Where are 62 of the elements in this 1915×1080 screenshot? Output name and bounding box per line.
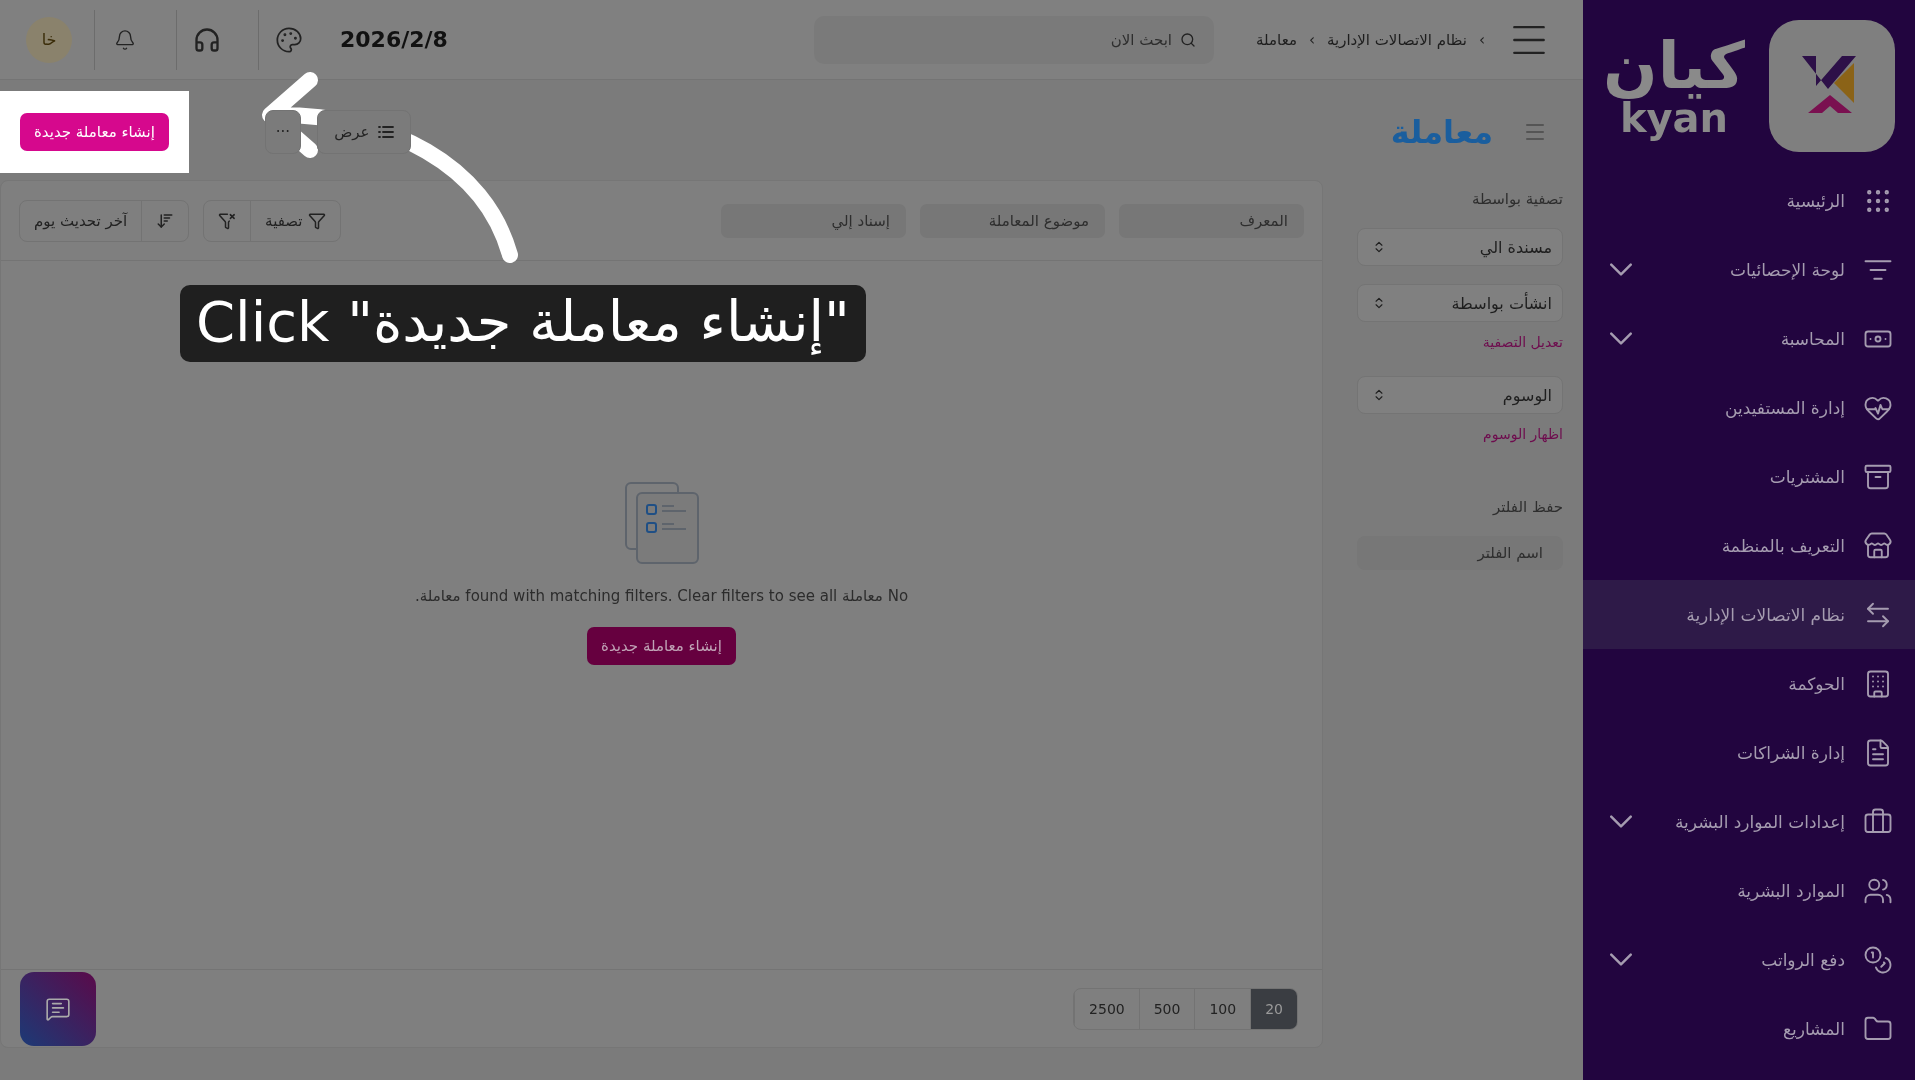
breadcrumb-item[interactable]: نظام الاتصالات الإدارية: [1326, 30, 1467, 49]
sidebar-item[interactable]: دفع الرواتب: [1583, 925, 1915, 994]
sidebar-item[interactable]: إعدادات الموارد البشرية: [1583, 787, 1915, 856]
sidebar-item[interactable]: إدارة الشراكات: [1583, 718, 1915, 787]
column-filter-field[interactable]: إسناد إلي: [721, 203, 906, 238]
user-avatar[interactable]: خا: [26, 16, 72, 63]
sidebar-item[interactable]: لوحة الإحصائيات: [1583, 235, 1915, 304]
chevron-down-icon: [1609, 953, 1633, 966]
page-size-option[interactable]: 20: [1250, 988, 1297, 1029]
edit-filter-link[interactable]: تعديل التصفية: [1357, 334, 1563, 350]
search-field[interactable]: ابحث الان: [814, 15, 1215, 64]
column-filter-field[interactable]: موضوع المعاملة: [920, 203, 1105, 238]
instruction-tooltip: Click "إنشاء معاملة جديدة": [180, 285, 866, 362]
create-button[interactable]: إنشاء معاملة جديدة: [587, 627, 736, 665]
chevron-down-icon: [1609, 815, 1633, 828]
chevron-down-icon: [1609, 332, 1633, 345]
show-tags-link[interactable]: اظهار الوسوم: [1357, 426, 1563, 442]
filter-heading: تصفية بواسطة: [1470, 190, 1563, 208]
filter-select[interactable]: مسندة الي: [1357, 228, 1563, 266]
page-size-option[interactable]: 100: [1194, 988, 1251, 1029]
list-icon: [377, 125, 394, 139]
page-size-option[interactable]: 500: [1138, 988, 1195, 1029]
logo-icon: [1769, 20, 1895, 152]
palette-icon[interactable]: [274, 25, 303, 54]
chevron-down-icon: [1609, 263, 1633, 276]
create-button[interactable]: إنشاء معاملة جديدة: [20, 113, 169, 151]
sidebar-item[interactable]: الرئيسية: [1583, 166, 1915, 235]
sidebar-item[interactable]: المحاسبة: [1583, 304, 1915, 373]
more-button[interactable]: ···: [264, 110, 302, 154]
page-size-option[interactable]: 2500: [1074, 988, 1139, 1029]
sidebar-item[interactable]: نظام الاتصالات الإدارية: [1583, 580, 1915, 649]
sort-icon: [156, 211, 175, 230]
notification-icon[interactable]: [113, 28, 136, 51]
search-icon: [1180, 31, 1197, 48]
tags-select[interactable]: الوسوم: [1357, 376, 1563, 414]
empty-message: No معاملة found with matching filters. Clear filters to see all معاملة.: [414, 587, 909, 605]
column-filter-field[interactable]: المعرف: [1119, 203, 1304, 238]
empty-list-icon: [623, 481, 700, 565]
chat-button[interactable]: [20, 972, 96, 1046]
sidebar-item[interactable]: الموارد البشرية: [1583, 856, 1915, 925]
clear-filter-icon: [218, 211, 237, 230]
logo-text: كيان: [1603, 34, 1745, 98]
sidebar-item[interactable]: المشاريع: [1583, 994, 1915, 1063]
search-placeholder: ابحث الان: [1110, 30, 1173, 49]
view-button[interactable]: عرض: [317, 110, 411, 154]
save-filter-heading: حفظ الفلتر: [1491, 498, 1563, 516]
filter-name-field[interactable]: اسم الفلتر: [1357, 536, 1563, 570]
menu-item-icon: [1863, 530, 1893, 561]
menu-item-icon: [1863, 944, 1893, 975]
sidebar-item[interactable]: التعريف بالمنظمة: [1583, 511, 1915, 580]
filter-select[interactable]: انشأت بواسطة: [1357, 284, 1563, 322]
breadcrumb-item[interactable]: ›: [1308, 30, 1315, 49]
sidebar-item[interactable]: إدارة المستفيدين: [1583, 373, 1915, 442]
filter-icon: [308, 211, 327, 230]
date-text: 2026/2/8: [340, 27, 448, 52]
headset-icon[interactable]: [192, 25, 221, 54]
sidebar-item[interactable]: المشتريات: [1583, 442, 1915, 511]
sidebar-item[interactable]: الحوكمة: [1583, 649, 1915, 718]
breadcrumb-item[interactable]: ›: [1479, 30, 1485, 49]
breadcrumb-item[interactable]: معاملة: [1256, 30, 1297, 49]
page-title: معاملة: [1390, 113, 1493, 151]
chat-icon: [45, 996, 71, 1022]
